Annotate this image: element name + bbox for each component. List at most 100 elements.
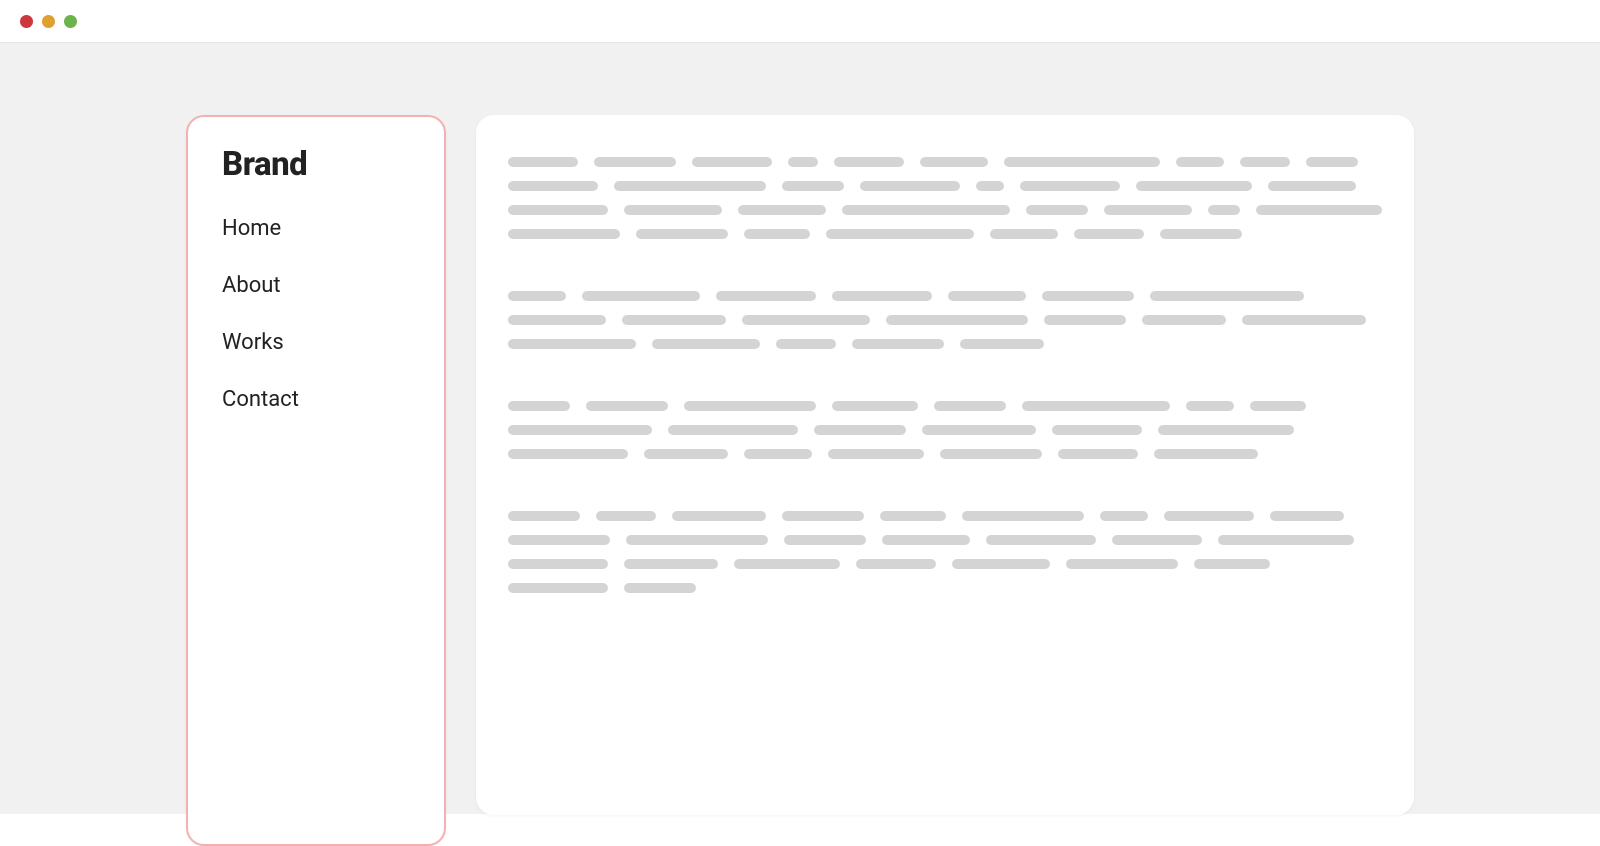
placeholder-line [1256, 205, 1382, 215]
placeholder-line [852, 339, 944, 349]
placeholder-line [1020, 181, 1120, 191]
placeholder-line [842, 205, 1010, 215]
placeholder-line [1164, 511, 1254, 521]
placeholder-line [624, 205, 722, 215]
placeholder-line [508, 401, 570, 411]
placeholder-line [508, 339, 636, 349]
placeholder-line [636, 229, 728, 239]
placeholder-paragraph [508, 401, 1382, 459]
sidebar: Brand Home About Works Contact [186, 115, 446, 846]
placeholder-line [1268, 181, 1356, 191]
placeholder-line [880, 511, 946, 521]
placeholder-line [960, 339, 1044, 349]
placeholder-line [508, 181, 598, 191]
placeholder-line [882, 535, 970, 545]
placeholder-line [692, 157, 772, 167]
placeholder-line [644, 449, 728, 459]
placeholder-line [742, 315, 870, 325]
placeholder-line [986, 535, 1096, 545]
placeholder-line [672, 511, 766, 521]
placeholder-line [508, 157, 578, 167]
placeholder-line [782, 181, 844, 191]
placeholder-line [1142, 315, 1226, 325]
placeholder-line [1194, 559, 1270, 569]
placeholder-line [1158, 425, 1294, 435]
placeholder-line [886, 315, 1028, 325]
placeholder-line [652, 339, 760, 349]
placeholder-line [1044, 315, 1126, 325]
placeholder-line [508, 583, 608, 593]
placeholder-line [948, 291, 1026, 301]
placeholder-line [1176, 157, 1224, 167]
placeholder-paragraph [508, 511, 1382, 593]
placeholder-line [782, 511, 864, 521]
placeholder-line [508, 535, 610, 545]
placeholder-line [596, 511, 656, 521]
placeholder-line [814, 425, 906, 435]
placeholder-line [1052, 425, 1142, 435]
nav-item-works[interactable]: Works [222, 330, 410, 355]
content-card [476, 115, 1414, 815]
placeholder-line [834, 157, 904, 167]
placeholder-line [738, 205, 826, 215]
placeholder-line [832, 291, 932, 301]
placeholder-line [1042, 291, 1134, 301]
placeholder-line [508, 559, 608, 569]
placeholder-line [624, 559, 718, 569]
placeholder-line [776, 339, 836, 349]
placeholder-line [684, 401, 816, 411]
placeholder-line [668, 425, 798, 435]
placeholder-line [1250, 401, 1306, 411]
placeholder-line [508, 291, 566, 301]
placeholder-line [976, 181, 1004, 191]
placeholder-line [952, 559, 1050, 569]
placeholder-line [622, 315, 726, 325]
placeholder-paragraph [508, 291, 1382, 349]
placeholder-line [1074, 229, 1144, 239]
nav-item-home[interactable]: Home [222, 216, 410, 241]
window-minimize-icon[interactable] [42, 15, 55, 28]
placeholder-paragraph [508, 157, 1382, 239]
nav-item-contact[interactable]: Contact [222, 387, 410, 412]
placeholder-line [860, 181, 960, 191]
placeholder-line [1022, 401, 1170, 411]
placeholder-line [1150, 291, 1304, 301]
placeholder-line [788, 157, 818, 167]
placeholder-line [1026, 205, 1088, 215]
placeholder-line [990, 229, 1058, 239]
placeholder-line [1186, 401, 1234, 411]
placeholder-line [1004, 157, 1160, 167]
placeholder-line [922, 425, 1036, 435]
placeholder-line [508, 511, 580, 521]
placeholder-line [1306, 157, 1358, 167]
placeholder-line [826, 229, 974, 239]
placeholder-line [1240, 157, 1290, 167]
placeholder-line [624, 583, 696, 593]
placeholder-line [1136, 181, 1252, 191]
placeholder-line [582, 291, 700, 301]
placeholder-line [594, 157, 676, 167]
placeholder-line [784, 535, 866, 545]
placeholder-line [962, 511, 1084, 521]
placeholder-line [1112, 535, 1202, 545]
nav-item-about[interactable]: About [222, 273, 410, 298]
placeholder-line [920, 157, 988, 167]
placeholder-line [940, 449, 1042, 459]
placeholder-line [1160, 229, 1242, 239]
window-close-icon[interactable] [20, 15, 33, 28]
placeholder-line [508, 425, 652, 435]
placeholder-line [508, 205, 608, 215]
placeholder-line [1154, 449, 1258, 459]
placeholder-line [744, 229, 810, 239]
placeholder-line [614, 181, 766, 191]
brand-logo[interactable]: Brand [222, 145, 410, 184]
placeholder-line [508, 315, 606, 325]
placeholder-line [934, 401, 1006, 411]
placeholder-line [1208, 205, 1240, 215]
placeholder-line [856, 559, 936, 569]
placeholder-line [1066, 559, 1178, 569]
placeholder-line [828, 449, 924, 459]
placeholder-line [626, 535, 768, 545]
window-maximize-icon[interactable] [64, 15, 77, 28]
placeholder-line [508, 229, 620, 239]
